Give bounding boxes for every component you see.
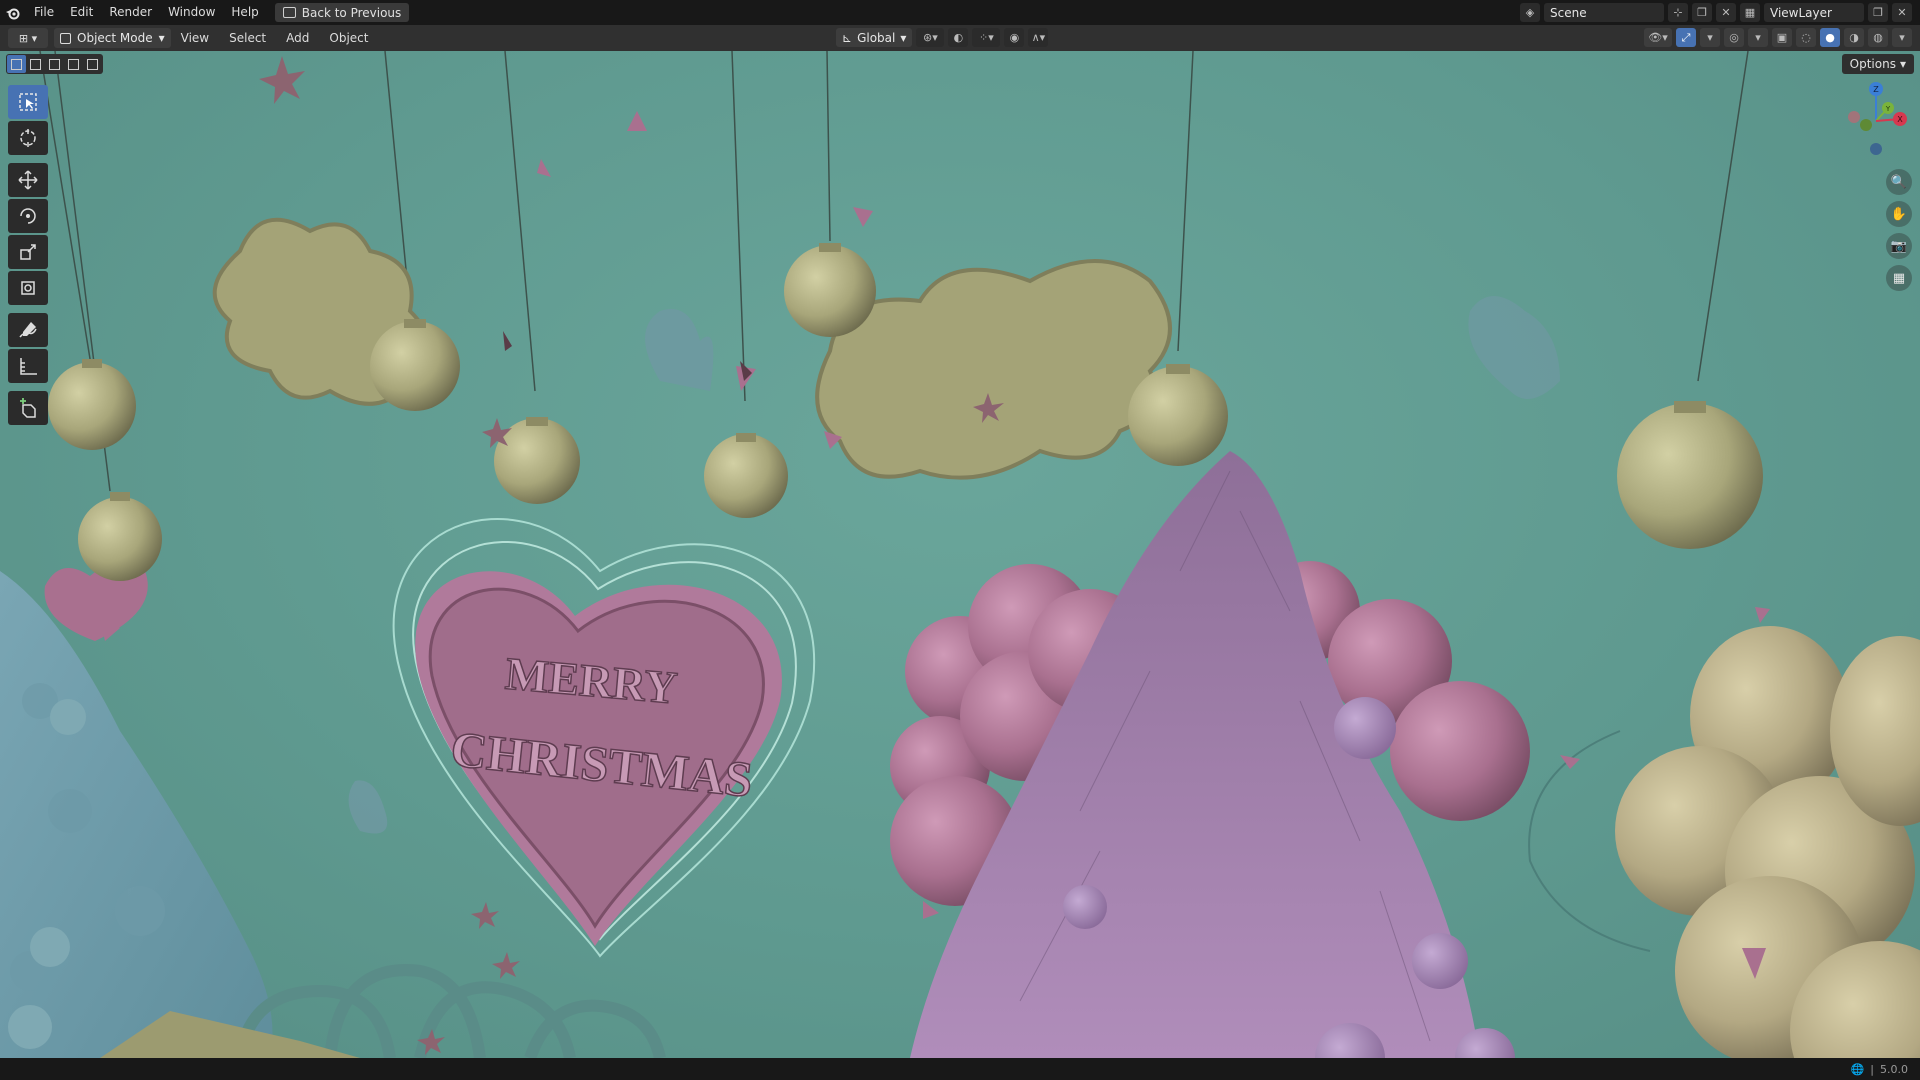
chevron-down-icon: ▾ — [900, 30, 907, 45]
material-shading-icon[interactable]: ◑ — [1844, 28, 1864, 47]
select-invert-icon[interactable] — [64, 55, 83, 73]
options-label: Options — [1849, 57, 1896, 71]
overlay-toggle-icon[interactable]: ◎ — [1724, 28, 1744, 47]
object-mode-dropdown[interactable]: Object Mode ▾ — [54, 28, 171, 48]
overlay-dropdown-icon[interactable]: ▾ — [1748, 28, 1768, 47]
rendered-shading-icon[interactable]: ◍ — [1868, 28, 1888, 47]
chevron-down-icon: ▾ — [1899, 57, 1906, 71]
cursor-icon[interactable] — [8, 121, 48, 155]
gizmo-z-label: Z — [1873, 85, 1879, 94]
new-scene-icon[interactable]: ❐ — [1692, 3, 1712, 22]
xray-toggle-icon[interactable]: ▣ — [1772, 28, 1792, 47]
move-icon[interactable] — [8, 163, 48, 197]
delete-view-layer-icon[interactable]: ✕ — [1892, 3, 1912, 22]
select-box-icon[interactable] — [8, 85, 48, 119]
snap-target-icon[interactable]: ⁘▾ — [972, 28, 1001, 47]
new-view-layer-icon[interactable]: ❐ — [1868, 3, 1888, 22]
options-dropdown[interactable]: Options ▾ — [1841, 54, 1914, 74]
camera-icon[interactable]: 📷 — [1886, 233, 1912, 259]
gizmo-neg-y[interactable] — [1860, 119, 1872, 131]
select-new-icon[interactable] — [7, 55, 26, 73]
shading-dropdown-icon[interactable]: ▾ — [1892, 28, 1912, 47]
menu-edit[interactable]: Edit — [62, 0, 101, 25]
annotate-icon[interactable] — [8, 313, 48, 347]
transform-orientation-dropdown[interactable]: ⊾ Global ▾ — [836, 28, 913, 47]
scale-icon[interactable] — [8, 235, 48, 269]
scene-render: MERRY CHRISTMAS — [0, 51, 1920, 1058]
gizmo-neg-z[interactable] — [1870, 143, 1882, 155]
object-mode-icon — [60, 32, 71, 44]
gizmo-neg-x[interactable] — [1848, 111, 1860, 123]
scene-pin-icon[interactable]: ⊹ — [1668, 3, 1688, 22]
gizmo-dropdown-icon[interactable]: ▾ — [1700, 28, 1720, 47]
visibility-icon[interactable]: 👁▾ — [1644, 28, 1672, 47]
separator: | — [1870, 1062, 1874, 1076]
blender-logo-icon[interactable] — [0, 0, 26, 25]
view-layer-selector[interactable]: ViewLayer — [1764, 3, 1864, 22]
select-intersect-icon[interactable] — [83, 55, 102, 73]
menu-view[interactable]: View — [171, 25, 219, 51]
object-mode-label: Object Mode — [77, 31, 153, 45]
orientation-icon: ⊾ — [842, 30, 853, 45]
menu-render[interactable]: Render — [101, 0, 160, 25]
rotate-icon[interactable] — [8, 199, 48, 233]
chevron-down-icon: ▾ — [158, 31, 165, 45]
back-to-previous-icon — [282, 7, 296, 18]
menu-object[interactable]: Object — [319, 25, 378, 51]
navigation-buttons: 🔍 ✋ 📷 ▦ — [1886, 169, 1912, 291]
menu-add[interactable]: Add — [276, 25, 319, 51]
gizmo-toggle-icon[interactable]: ⤢ — [1676, 28, 1696, 47]
navigation-gizmo[interactable]: Z Y X — [1836, 77, 1916, 157]
solid-shading-icon[interactable]: ● — [1820, 28, 1840, 47]
gizmo-y-label: Y — [1885, 105, 1891, 113]
delete-scene-icon[interactable]: ✕ — [1716, 3, 1736, 22]
snap-toggle-icon[interactable]: ◐ — [948, 28, 969, 47]
grid-icon[interactable]: ▦ — [1886, 265, 1912, 291]
view-layer-icon[interactable]: ▦ — [1740, 3, 1760, 22]
3d-viewport[interactable]: MERRY CHRISTMAS Options ▾ Z Y X 🔍 ✋ 📷 ▦ — [0, 51, 1920, 1058]
proportional-editing-icon[interactable]: ◉ — [1004, 28, 1025, 47]
back-to-previous-button[interactable]: Back to Previous — [274, 3, 410, 22]
measure-icon[interactable] — [8, 349, 48, 383]
viewport-header: ⊞ ▾ Object Mode ▾ View Select Add Object… — [0, 25, 1920, 51]
transform-icon[interactable] — [8, 271, 48, 305]
falloff-icon[interactable]: ∧▾ — [1028, 28, 1049, 47]
transform-orientation-label: Global — [857, 30, 896, 45]
scene-selector[interactable]: Scene — [1544, 3, 1664, 22]
add-cube-icon[interactable] — [8, 391, 48, 425]
back-to-previous-label: Back to Previous — [301, 5, 402, 20]
hand-pan-icon[interactable]: ✋ — [1886, 201, 1912, 227]
menu-file[interactable]: File — [26, 0, 62, 25]
menu-select[interactable]: Select — [219, 25, 276, 51]
scene-icon[interactable]: ◈ — [1520, 3, 1540, 22]
menu-help[interactable]: Help — [223, 0, 266, 25]
wireframe-shading-icon[interactable]: ◌ — [1796, 28, 1816, 47]
tool-shelf — [8, 85, 48, 425]
gizmo-x-label: X — [1897, 115, 1903, 124]
select-subtract-icon[interactable] — [45, 55, 64, 73]
selection-mode-group — [6, 54, 103, 74]
version-label: 5.0.0 — [1880, 1062, 1908, 1076]
editor-type-button[interactable]: ⊞ ▾ — [8, 28, 48, 48]
top-menu-bar: File Edit Render Window Help Back to Pre… — [0, 0, 1920, 25]
globe-icon: 🌐 — [1850, 1062, 1865, 1076]
status-bar: 🌐 | 5.0.0 — [0, 1058, 1920, 1080]
zoom-icon[interactable]: 🔍 — [1886, 169, 1912, 195]
select-extend-icon[interactable] — [26, 55, 45, 73]
pivot-point-icon[interactable]: ⊛▾ — [916, 28, 945, 47]
menu-window[interactable]: Window — [160, 0, 223, 25]
editor-type-icon: ⊞ ▾ — [18, 31, 38, 45]
